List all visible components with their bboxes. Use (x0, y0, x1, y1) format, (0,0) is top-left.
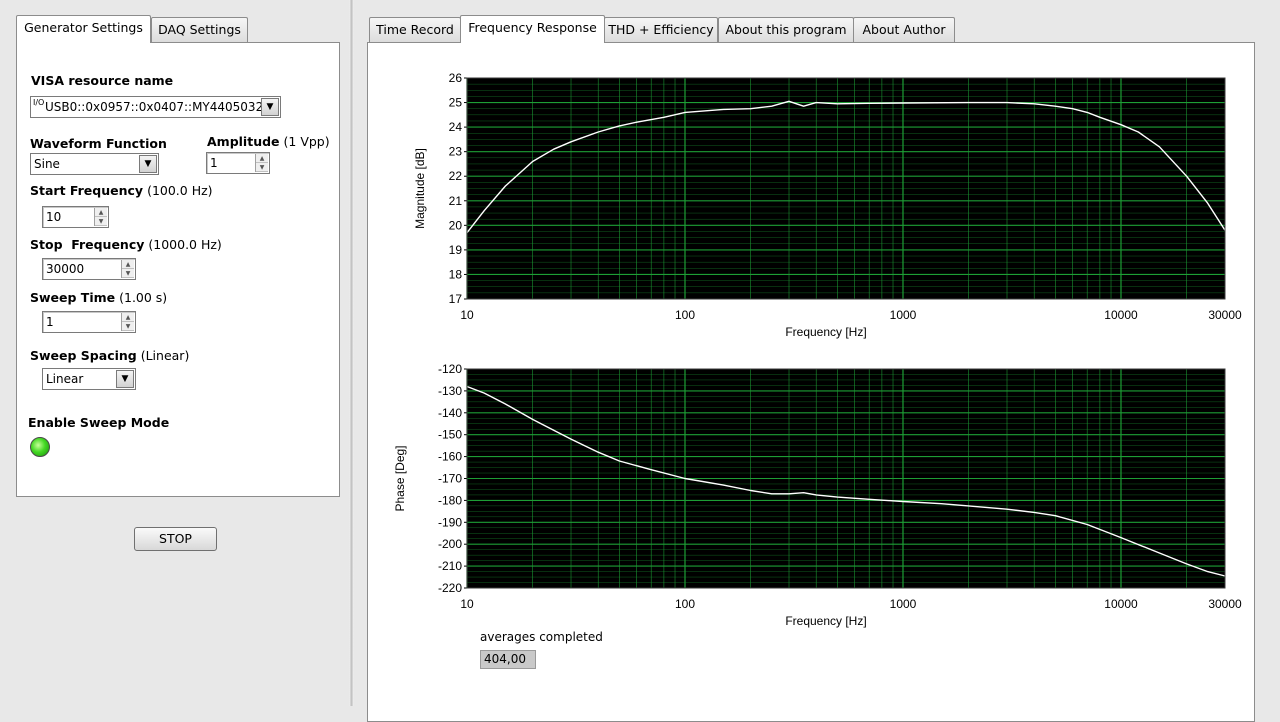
magnitude-ytick-label: 22 (449, 169, 463, 183)
phase-ytick-label: -140 (438, 406, 462, 420)
magnitude-ytick-label: 25 (449, 96, 463, 110)
tab-generator-settings[interactable]: Generator Settings (16, 15, 151, 43)
phase-ytick-label: -130 (438, 384, 462, 398)
phase-ytick-label: -180 (438, 493, 462, 507)
phase-xtick-label: 30000 (1208, 597, 1242, 611)
phase-ytick-label: -160 (438, 450, 462, 464)
magnitude-xtick-label: 100 (675, 308, 695, 322)
tab-frequency-response[interactable]: Frequency Response (460, 15, 605, 43)
magnitude-ytick-label: 17 (449, 292, 463, 306)
magnitude-xaxis-label: Frequency [Hz] (785, 325, 866, 339)
phase-ytick-label: -170 (438, 472, 462, 486)
magnitude-ytick-label: 26 (449, 71, 463, 85)
phase-yaxis-label: Phase [Deg] (393, 445, 407, 511)
phase-ytick-label: -190 (438, 515, 462, 529)
magnitude-ytick-label: 21 (449, 194, 463, 208)
phase-xaxis-label: Frequency [Hz] (785, 614, 866, 628)
phase-ytick-label: -150 (438, 428, 462, 442)
phase-ytick-label: -220 (438, 581, 462, 595)
magnitude-chart: 17 18 19 20 21 22 23 24 25 26 10 100 1000 10000 30000 F… (413, 71, 1242, 339)
phase-xtick-label: 100 (675, 597, 695, 611)
magnitude-ytick-label: 19 (449, 243, 463, 257)
magnitude-xtick-label: 10000 (1104, 308, 1138, 322)
magnitude-ytick-label: 20 (449, 218, 463, 232)
phase-chart: -120 -130 -140 -150 -160 -170 -180 -190 -200 -210… (393, 362, 1242, 628)
frequency-response-charts: 17 18 19 20 21 22 23 24 25 26 10 100 1000 10000 30000 F… (393, 71, 1242, 628)
magnitude-ytick-label: 24 (449, 120, 463, 134)
phase-ytick-label: -200 (438, 537, 462, 551)
magnitude-xtick-label: 10 (460, 308, 474, 322)
phase-ytick-label: -120 (438, 362, 462, 376)
magnitude-ytick-label: 23 (449, 145, 463, 159)
phase-ytick-label: -210 (438, 559, 462, 573)
phase-xtick-label: 1000 (890, 597, 917, 611)
phase-xtick-label: 10000 (1104, 597, 1138, 611)
magnitude-xtick-label: 1000 (890, 308, 917, 322)
phase-xtick-label: 10 (460, 597, 474, 611)
magnitude-ytick-label: 18 (449, 267, 463, 281)
magnitude-yaxis-label: Magnitude [dB] (413, 148, 427, 229)
averages-completed-label: averages completed (480, 630, 603, 644)
averages-completed-indicator: 404,00 (480, 650, 536, 669)
magnitude-xtick-label: 30000 (1208, 308, 1242, 322)
